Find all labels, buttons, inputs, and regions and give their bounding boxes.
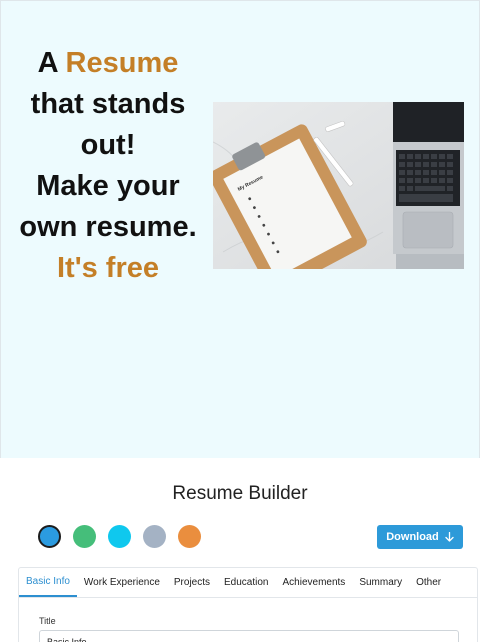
color-swatches: [38, 525, 201, 548]
laptop-illustration: [393, 102, 464, 269]
color-swatch-4[interactable]: [143, 525, 166, 548]
tab-other[interactable]: Other: [409, 568, 448, 597]
color-swatch-5[interactable]: [178, 525, 201, 548]
headline-accent-resume: Resume: [65, 47, 179, 79]
headline-prefix: A: [37, 47, 66, 79]
tab-achievements[interactable]: Achievements: [276, 568, 353, 597]
color-swatch-1[interactable]: [38, 525, 61, 548]
hero-headline: A Resume that stands out! Make your own …: [13, 43, 203, 289]
tab-education[interactable]: Education: [217, 568, 275, 597]
title-field-label: Title: [39, 616, 56, 626]
hero-image: My Resume: [213, 102, 464, 269]
title-field[interactable]: [39, 630, 459, 642]
color-swatch-3[interactable]: [108, 525, 131, 548]
color-swatch-2[interactable]: [73, 525, 96, 548]
download-label: Download: [386, 531, 439, 543]
headline-line-stands-out: that stands out!: [30, 88, 186, 161]
builder-title: Resume Builder: [172, 483, 308, 504]
tab-work-experience[interactable]: Work Experience: [77, 568, 167, 597]
editor-card: Basic Info Work Experience Projects Educ…: [18, 567, 478, 642]
download-button[interactable]: Download: [377, 525, 463, 549]
hero-section: A Resume that stands out! Make your own …: [0, 0, 480, 458]
section-tabs: Basic Info Work Experience Projects Educ…: [19, 568, 477, 598]
headline-line-make-your-own: Make your own resume.: [19, 170, 197, 243]
tab-basic-info[interactable]: Basic Info: [19, 568, 77, 597]
arrow-down-icon: [445, 532, 454, 542]
tab-projects[interactable]: Projects: [167, 568, 217, 597]
headline-accent-free: It's free: [57, 252, 159, 284]
tab-summary[interactable]: Summary: [352, 568, 409, 597]
